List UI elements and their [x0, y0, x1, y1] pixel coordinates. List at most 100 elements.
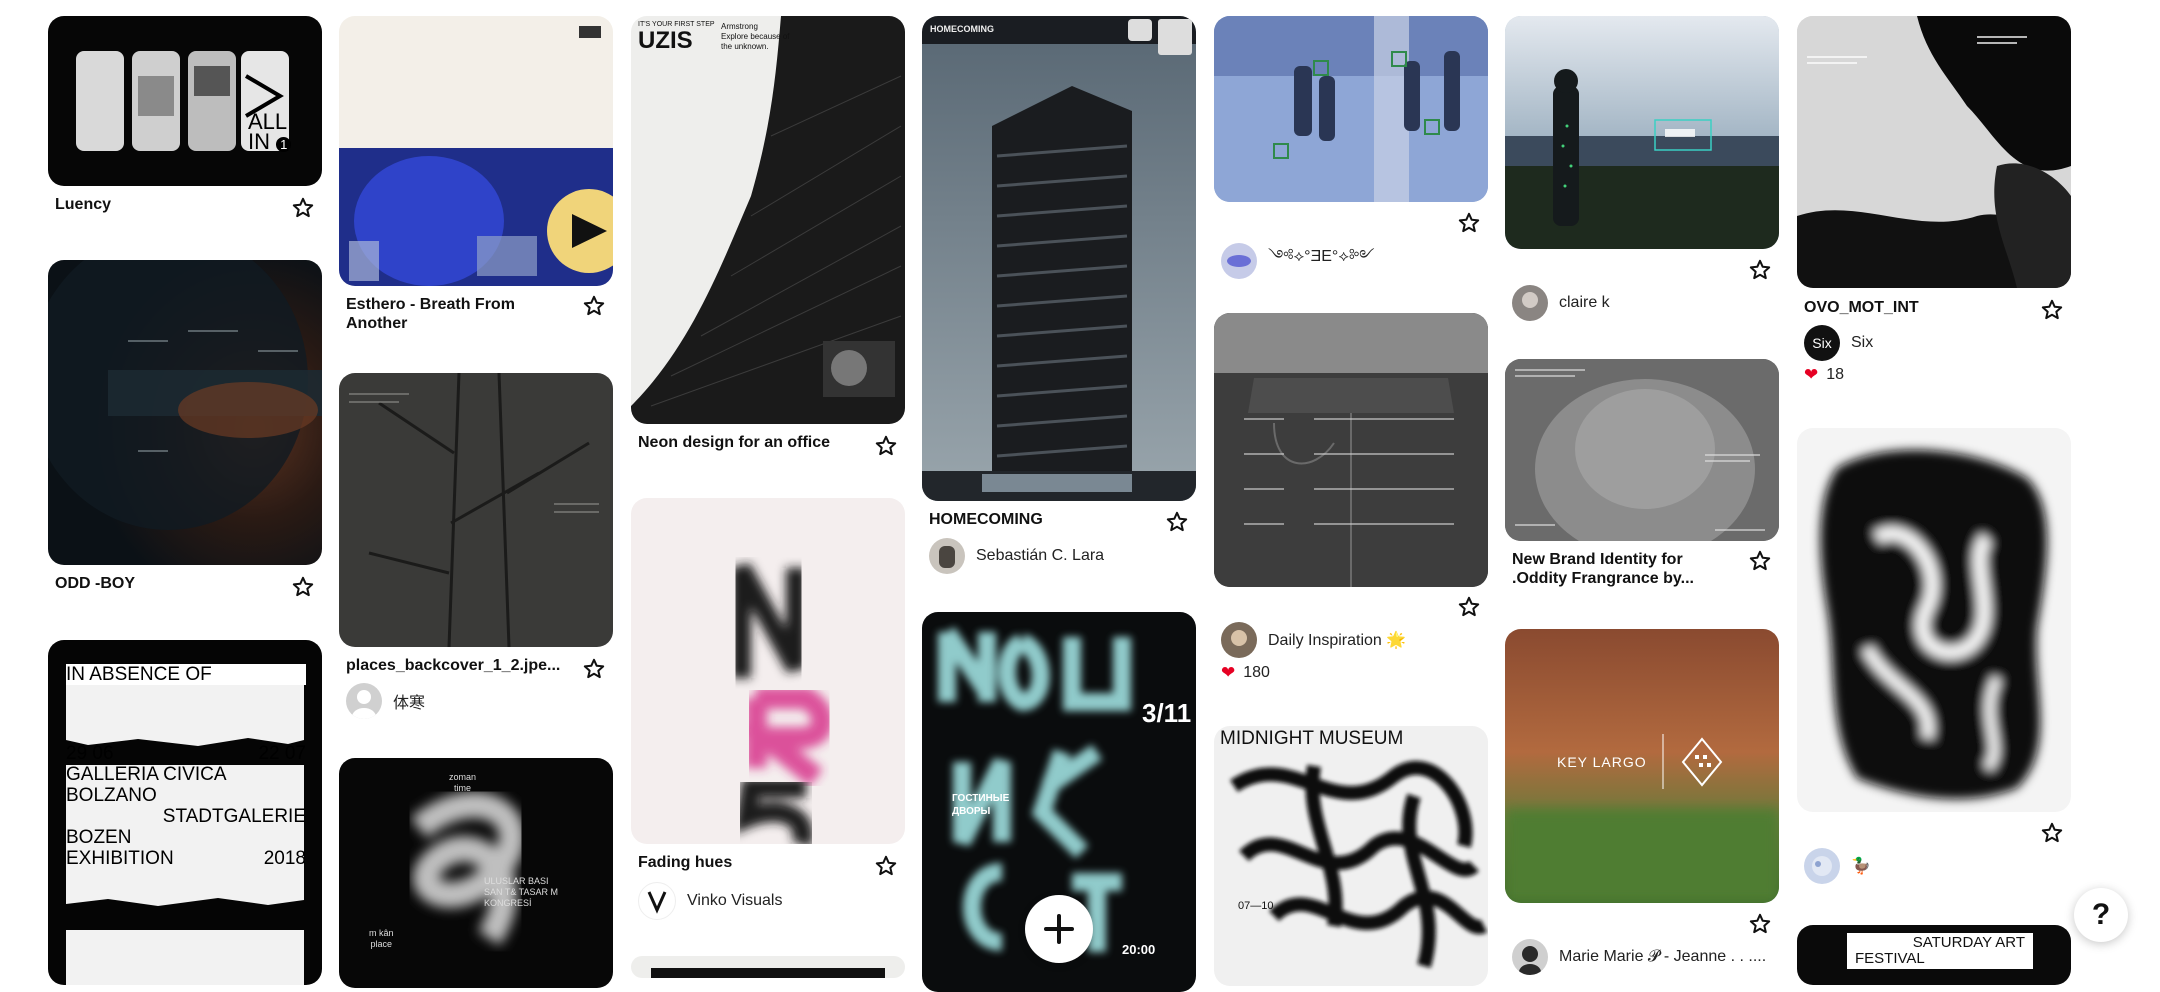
pin-author[interactable]: Six Six [1804, 325, 1873, 361]
pin-author[interactable]: 体寒 [346, 683, 425, 719]
star-icon[interactable] [1748, 912, 1772, 936]
pin-crowd[interactable]: ༺⟡°ƎE°⟡༻ [1214, 16, 1488, 279]
pin-image[interactable]: IT'S YOUR FIRST STEP UZIS Armstrong Expl… [631, 16, 905, 424]
author-name[interactable]: Vinko Visuals [687, 892, 782, 910]
pin-author[interactable]: Sebastián C. Lara [929, 538, 1104, 574]
author-name[interactable]: 🦆 [1851, 856, 1871, 876]
art-text: 22 07 [258, 743, 306, 764]
star-icon[interactable] [2040, 821, 2064, 845]
pin-title[interactable]: ODD -BOY [55, 574, 281, 593]
star-icon[interactable] [291, 575, 315, 599]
pin-ovo[interactable]: OVO_MOT_INT Six Six ❤ 18 [1797, 16, 2071, 384]
avatar[interactable] [1221, 242, 1257, 279]
star-icon[interactable] [874, 854, 898, 878]
star-icon[interactable] [291, 196, 315, 220]
pin-title[interactable]: Luency [55, 195, 281, 214]
star-icon[interactable] [582, 657, 606, 681]
star-icon[interactable] [1457, 595, 1481, 619]
pin-fading-hues[interactable]: Fading hues Vinko Visuals [631, 498, 905, 920]
help-button[interactable]: ? [2074, 888, 2128, 942]
pin-image[interactable] [339, 373, 613, 647]
pin-image[interactable] [339, 16, 613, 286]
pin-claire[interactable]: claire k [1505, 16, 1779, 321]
pin-image[interactable] [631, 956, 905, 978]
pin-author[interactable]: Marie Marie 𝓟 - Jeanne . . .... [1512, 939, 1766, 975]
pin-homecoming[interactable]: HOMECOMING HOMECOMING Sebastián C. Lara [922, 16, 1196, 574]
pin-image[interactable] [1214, 16, 1488, 202]
art-text: KEY LARGO [1557, 754, 1647, 770]
avatar[interactable] [1512, 939, 1548, 975]
pin-image[interactable]: ALL IN 1 [48, 16, 322, 186]
pin-image[interactable] [48, 260, 322, 565]
like-count: 180 [1243, 664, 1270, 681]
avatar[interactable] [1804, 848, 1840, 884]
pin-author[interactable]: Daily Inspiration 🌟 [1221, 622, 1406, 658]
ink-blob-artwork [1820, 449, 2047, 799]
pin-image[interactable] [631, 498, 905, 844]
pin-luency[interactable]: ALL IN 1 Luency [48, 16, 322, 186]
art-text: m kân [369, 928, 394, 938]
art-text: UZIS [638, 27, 693, 54]
pin-image[interactable]: SATURDAY ART FESTIVAL [1797, 925, 2071, 985]
star-icon[interactable] [582, 294, 606, 318]
star-icon[interactable] [1457, 211, 1481, 235]
pin-places[interactable]: places_backcover_1_2.jpe... 体寒 [339, 373, 613, 719]
star-icon[interactable] [1165, 510, 1189, 534]
pin-blob[interactable]: 🦆 [1797, 428, 2071, 884]
add-button[interactable] [1025, 895, 1093, 963]
pin-oddity[interactable]: New Brand Identity for .Oddity Frangranc… [1505, 359, 1779, 587]
pin-image[interactable]: HOMECOMING [922, 16, 1196, 501]
pin-image[interactable] [1797, 428, 2071, 812]
author-name[interactable]: Marie Marie 𝓟 - Jeanne . . .... [1559, 948, 1766, 966]
avatar[interactable] [929, 538, 965, 574]
author-name[interactable]: 体寒 [393, 689, 425, 713]
avatar[interactable] [1221, 622, 1257, 658]
pin-image[interactable] [1214, 313, 1488, 587]
pin-midnight-museum[interactable]: MIDNIGHT MUSEUM 07—10 [1214, 726, 1488, 986]
pin-image[interactable]: IN ABSENCE OF 29 06 22 07 GALLERIA CIVICA… [48, 640, 322, 985]
pin-image[interactable]: MIDNIGHT MUSEUM 07—10 [1214, 726, 1488, 986]
pin-zoman[interactable]: zoman time ULUSLAR BASI SAN T& TASAR M K… [339, 758, 613, 988]
pin-author[interactable]: Vinko Visuals [638, 882, 782, 920]
pin-title[interactable]: Esthero - Breath From Another [346, 295, 572, 333]
author-name[interactable]: Six [1851, 334, 1873, 352]
pin-title[interactable]: HOMECOMING [929, 510, 1155, 529]
pin-image[interactable] [1505, 16, 1779, 249]
author-name[interactable]: ༺⟡°ƎE°⟡༻ [1268, 238, 1375, 283]
author-name[interactable]: claire k [1559, 294, 1610, 312]
pin-jeans[interactable]: Daily Inspiration 🌟 ❤ 180 [1214, 313, 1488, 682]
art-text: ДВОРЫ [952, 806, 991, 817]
pin-image[interactable]: zoman time ULUSLAR BASI SAN T& TASAR M K… [339, 758, 613, 988]
pin-esthero[interactable]: Esthero - Breath From Another [339, 16, 613, 332]
author-name[interactable]: Sebastián C. Lara [976, 547, 1104, 565]
partial-artwork [651, 968, 885, 978]
avatar[interactable] [346, 683, 382, 719]
pin-title[interactable]: New Brand Identity for .Oddity Frangranc… [1512, 550, 1738, 588]
star-icon[interactable] [874, 434, 898, 458]
pin-image[interactable]: KEY LARGO [1505, 629, 1779, 903]
pin-title[interactable]: OVO_MOT_INT [1804, 298, 2030, 317]
pin-author[interactable]: 🦆 [1804, 848, 1871, 884]
art-text: 20:00 [1122, 942, 1156, 957]
pin-odd-boy[interactable]: ODD -BOY [48, 260, 322, 565]
avatar[interactable] [638, 882, 676, 920]
star-icon[interactable] [2040, 298, 2064, 322]
pin-image[interactable] [1505, 359, 1779, 541]
pin-uzis[interactable]: IT'S YOUR FIRST STEP UZIS Armstrong Expl… [631, 16, 905, 424]
author-name[interactable]: Daily Inspiration 🌟 [1268, 630, 1406, 650]
pin-saturday-art[interactable]: SATURDAY ART FESTIVAL [1797, 925, 2071, 985]
pin-keylargo[interactable]: KEY LARGO Marie Marie 𝓟 - Jeanne . . ...… [1505, 629, 1779, 975]
pin-image[interactable] [1797, 16, 2071, 288]
pin-author[interactable]: claire k [1512, 285, 1610, 321]
pin-partial[interactable] [631, 956, 905, 978]
pin-title[interactable]: places_backcover_1_2.jpe... [346, 656, 572, 675]
star-icon[interactable] [1748, 549, 1772, 573]
pin-title[interactable]: Neon design for an office [638, 433, 864, 452]
pin-author[interactable]: ༺⟡°ƎE°⟡༻ [1221, 238, 1375, 283]
pin-title[interactable]: Fading hues [638, 853, 864, 872]
avatar[interactable] [1512, 285, 1548, 321]
star-icon[interactable] [1748, 258, 1772, 282]
avatar[interactable]: Six [1804, 325, 1840, 361]
pin-exhibition-poster[interactable]: IN ABSENCE OF 29 06 22 07 GALLERIA CIVICA… [48, 640, 322, 985]
heart-icon: ❤ [1221, 663, 1236, 682]
